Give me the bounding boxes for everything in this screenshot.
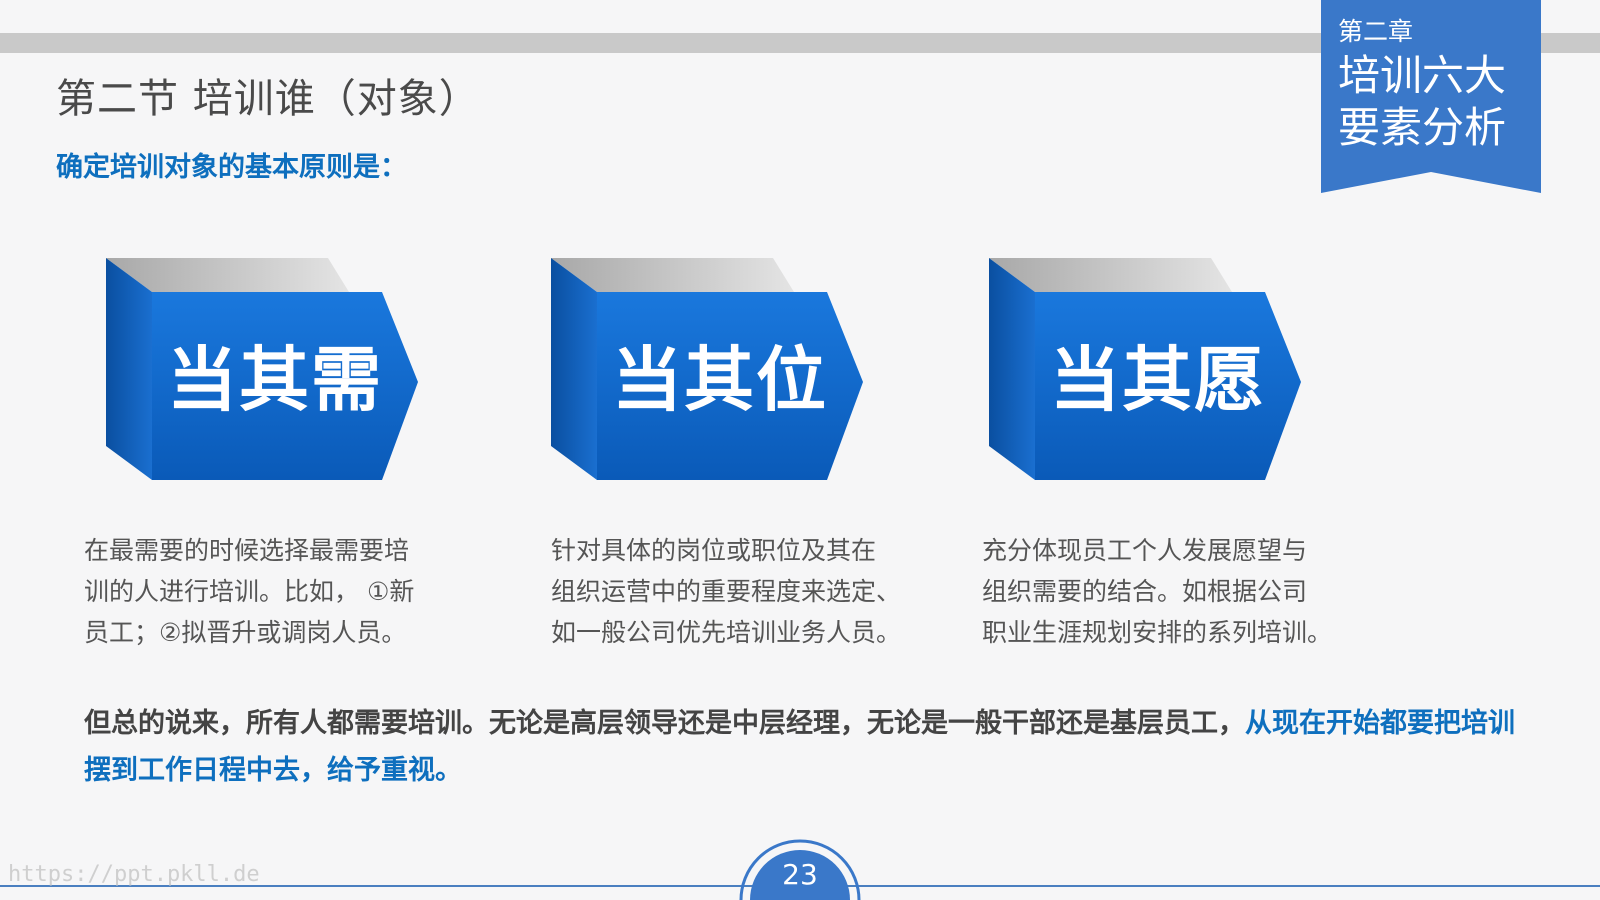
description-line: 训的人进行培训。比如， ①新 [84, 577, 415, 606]
section-title: 第二节 培训谁（对象） [56, 76, 480, 122]
description-line: 针对具体的岗位或职位及其在 [551, 536, 877, 565]
card-description-position: 针对具体的岗位或职位及其在 组织运营中的重要程度来选定、 如一般公司优先培训业务… [551, 530, 901, 653]
arrow-label: 当其愿 [1050, 339, 1266, 421]
description-line: 在最需要的时候选择最需要培 [84, 536, 410, 565]
description-line: 如一般公司优先培训业务人员。 [551, 618, 902, 647]
card-description-need: 在最需要的时候选择最需要培 训的人进行培训。比如， ①新 员工；②拟晋升或调岗人… [84, 530, 414, 653]
arrow-card-need: 当其需 [106, 258, 426, 488]
page-number-badge: 23 [735, 830, 865, 900]
principle-heading: 确定培训对象的基本原则是： [56, 152, 407, 183]
arrow-label: 当其需 [167, 339, 383, 421]
chapter-title: 培训六大要素分析 [1338, 51, 1507, 152]
description-line: 组织需要的结合。如根据公司 [982, 577, 1308, 606]
description-line: 员工；②拟晋升或调岗人员。 [84, 618, 407, 647]
card-description-willingness: 充分体现员工个人发展愿望与 组织需要的结合。如根据公司 职业生涯规划安排的系列培… [982, 530, 1332, 653]
summary-paragraph: 但总的说来，所有人都需要培训。无论是高层领导还是中层经理，无论是一般干部还是基层… [84, 700, 1524, 794]
arrow-card-willingness: 当其愿 [989, 258, 1309, 488]
summary-text: 但总的说来，所有人都需要培训。无论是高层领导还是中层经理，无论是一般干部还是基层… [84, 708, 1245, 739]
watermark-url: https://ppt.pkll.de [8, 862, 260, 887]
chapter-label: 第二章 [1338, 17, 1414, 46]
description-line: 组织运营中的重要程度来选定、 [551, 577, 902, 606]
description-line: 充分体现员工个人发展愿望与 [982, 536, 1308, 565]
page-number: 23 [782, 858, 818, 891]
arrow-card-position: 当其位 [551, 258, 871, 488]
description-line: 职业生涯规划安排的系列培训。 [982, 618, 1333, 647]
chapter-ribbon: 第二章 培训六大要素分析 [1321, 0, 1541, 193]
arrow-label: 当其位 [612, 339, 828, 421]
